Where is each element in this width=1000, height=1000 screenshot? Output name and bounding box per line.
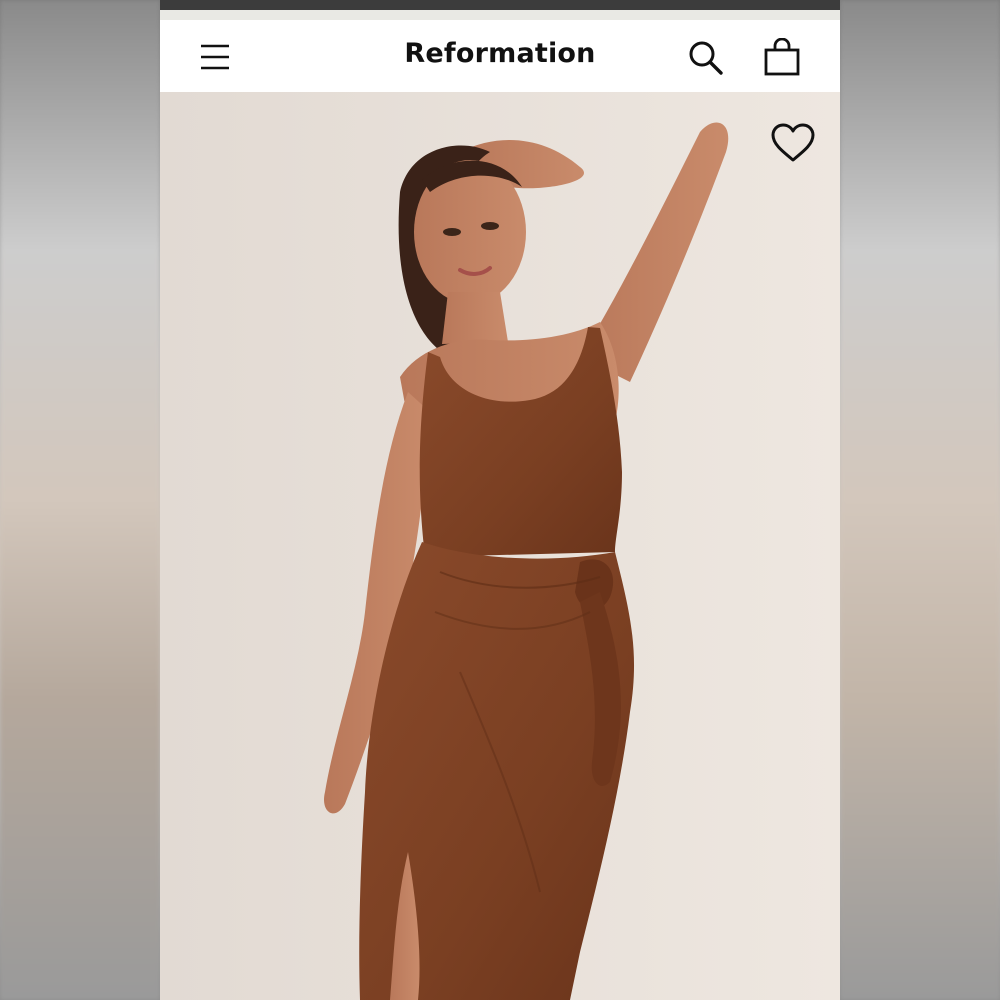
- blurred-border-right: [840, 0, 1000, 1000]
- search-icon: [689, 41, 723, 75]
- model-in-dress-illustration: [160, 92, 840, 1000]
- hamburger-menu-icon: [201, 44, 229, 70]
- shopping-bag-button[interactable]: [762, 37, 802, 78]
- app-header: Reformation: [160, 20, 840, 92]
- product-photo[interactable]: [160, 92, 840, 1000]
- menu-button[interactable]: [198, 40, 232, 74]
- blurred-border-left: [0, 0, 160, 1000]
- brand-logo[interactable]: Reformation: [160, 38, 840, 69]
- status-bar: [160, 0, 840, 10]
- app-screen: Reformation: [160, 0, 840, 1000]
- wishlist-button[interactable]: [770, 122, 816, 164]
- heart-outline-icon: [771, 123, 815, 162]
- search-button[interactable]: [686, 38, 726, 78]
- shopping-bag-icon: [764, 37, 800, 76]
- status-bar-divider: [160, 10, 840, 20]
